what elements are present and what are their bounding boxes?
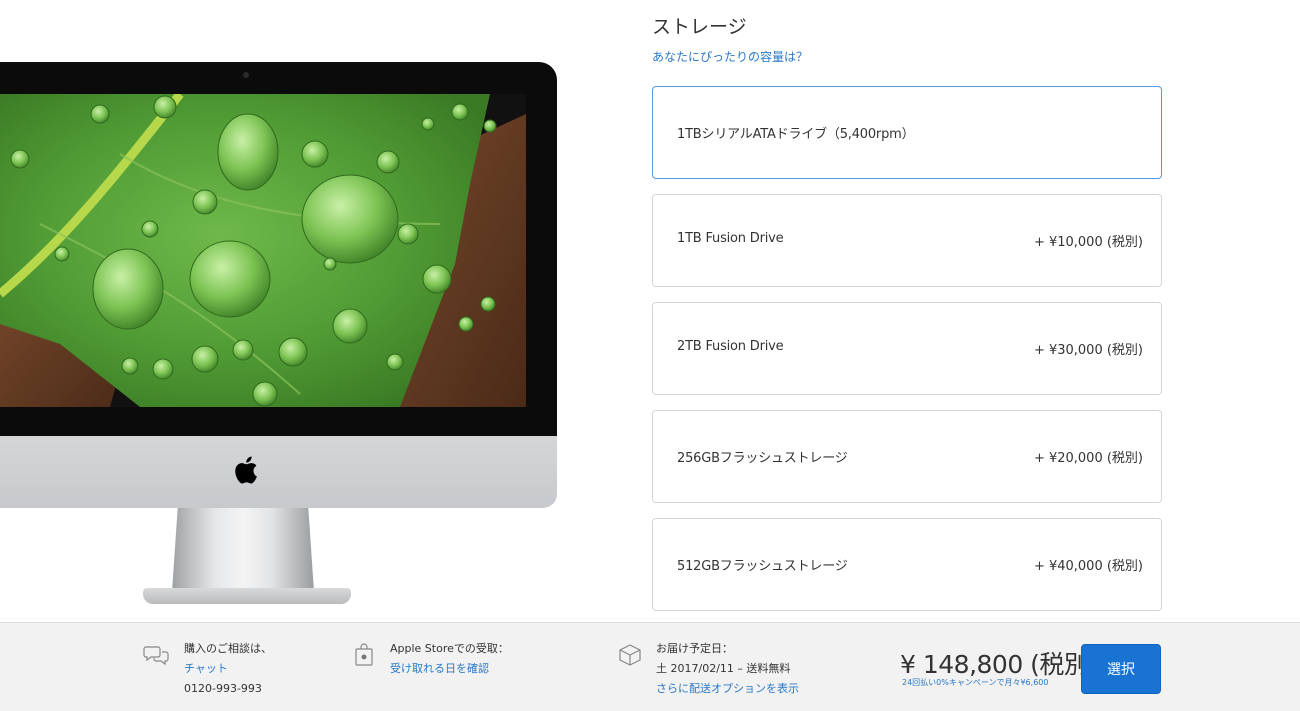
option-price: + ¥30,000 (税別) — [1033, 343, 1143, 358]
delivery-info: お届け予定日： 土 2017/02/11 – 送料無料 さらに配送オプションを表… — [656, 639, 799, 699]
option-price: + ¥20,000 (税別) — [1033, 451, 1143, 466]
option-price: + ¥40,000 (税別) — [1033, 559, 1143, 574]
option-label: 2TB Fusion Drive — [677, 339, 784, 354]
check-pickup-date-link[interactable]: 受け取れる日を確認 — [390, 659, 509, 679]
storage-title: ストレージ — [652, 16, 747, 38]
option-price: + ¥10,000 (税別) — [1033, 235, 1143, 250]
option-label: 1TB Fusion Drive — [677, 231, 784, 246]
installment-campaign-link[interactable]: 24回払い0%キャンペーンで月々¥6,600 — [902, 677, 1048, 688]
total-price: ¥ 148,800 (税別) — [900, 650, 1098, 679]
storage-option-256gb-flash[interactable]: 256GBフラッシュストレージ + ¥20,000 (税別) — [652, 410, 1162, 503]
delivery-date: 土 2017/02/11 – 送料無料 — [656, 662, 791, 675]
storage-options: 1TBシリアルATAドライブ（5,400rpm） 1TB Fusion Driv… — [652, 86, 1162, 626]
phone-number: 0120-993-993 — [184, 682, 262, 695]
imac-bezel — [0, 62, 557, 436]
chat-link[interactable]: チャット — [184, 659, 272, 679]
delivery-label: お届け予定日： — [656, 642, 733, 655]
shopping-bag-icon — [355, 643, 373, 666]
purchase-summary-bar: 購入のご相談は、 チャット 0120-993-993 Apple Storeでの… — [0, 622, 1300, 711]
imac-screen-wallpaper — [0, 94, 526, 407]
apple-logo-icon — [235, 456, 257, 484]
option-label: 256GBフラッシュストレージ — [677, 451, 848, 466]
option-label: 512GBフラッシュストレージ — [677, 559, 848, 574]
storage-help-link[interactable]: あなたにぴったりの容量は？ — [652, 48, 808, 65]
leaf-wallpaper — [0, 94, 526, 407]
imac-product-image — [0, 62, 557, 607]
consult-label: 購入のご相談は、 — [184, 642, 272, 655]
storage-option-1tb-fusion[interactable]: 1TB Fusion Drive + ¥10,000 (税別) — [652, 194, 1162, 287]
box-icon — [619, 644, 641, 666]
camera-dot — [243, 72, 249, 78]
pickup-label: Apple Storeでの受取： — [390, 642, 509, 655]
consult-info: 購入のご相談は、 チャット 0120-993-993 — [184, 639, 272, 699]
storage-option-2tb-fusion[interactable]: 2TB Fusion Drive + ¥30,000 (税別) — [652, 302, 1162, 395]
option-label: 1TBシリアルATAドライブ（5,400rpm） — [677, 127, 915, 142]
imac-chin — [0, 436, 557, 508]
imac-foot — [143, 588, 351, 604]
storage-option-1tb-sata[interactable]: 1TBシリアルATAドライブ（5,400rpm） — [652, 86, 1162, 179]
select-button[interactable]: 選択 — [1081, 644, 1161, 694]
more-delivery-options-link[interactable]: さらに配送オプションを表示 — [656, 679, 799, 699]
chat-bubbles-icon — [143, 646, 169, 666]
pickup-info: Apple Storeでの受取： 受け取れる日を確認 — [390, 639, 509, 679]
imac-stand — [172, 508, 314, 592]
storage-option-512gb-flash[interactable]: 512GBフラッシュストレージ + ¥40,000 (税別) — [652, 518, 1162, 611]
